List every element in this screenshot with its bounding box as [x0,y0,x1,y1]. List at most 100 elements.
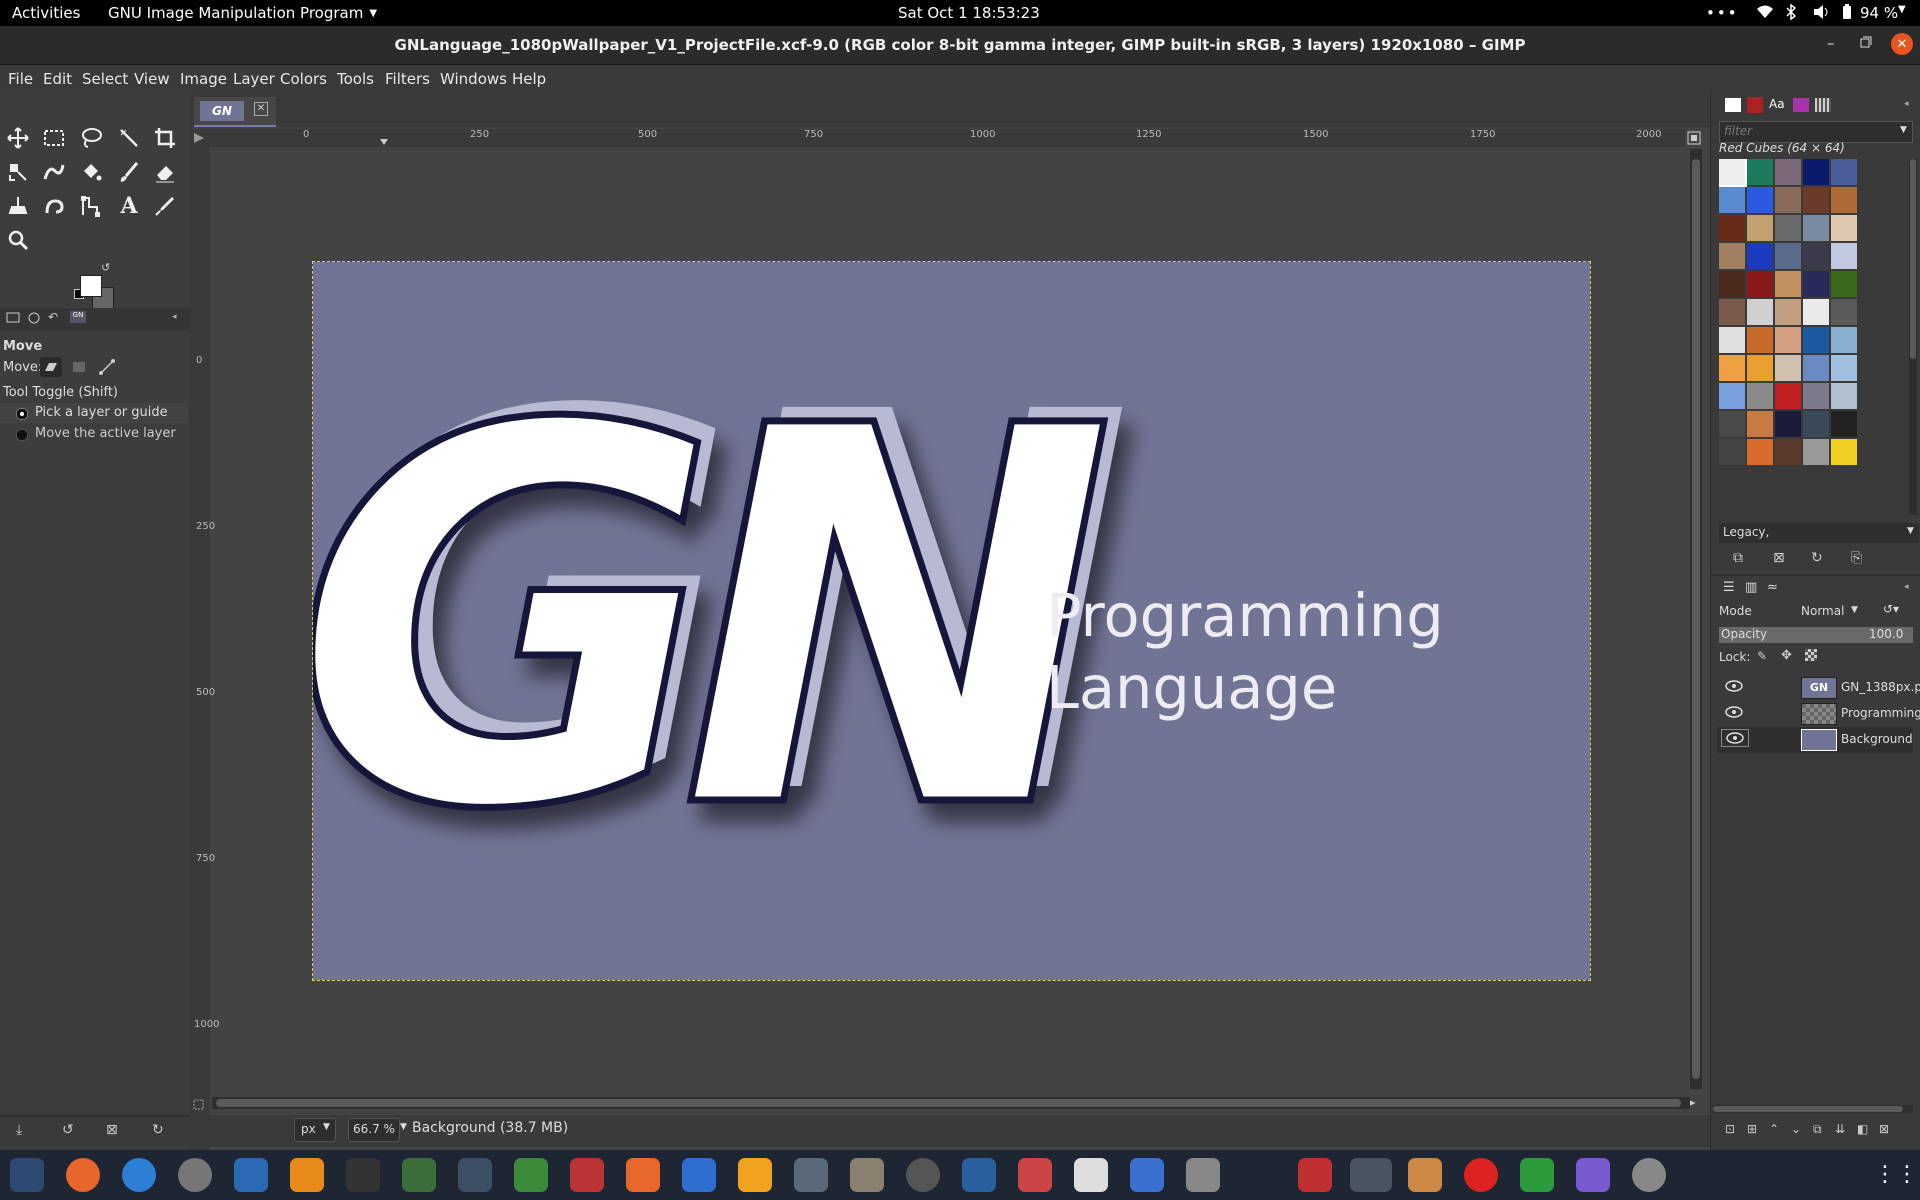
pattern-swatch[interactable] [1747,383,1773,409]
menu-select[interactable]: Select [82,70,128,88]
activities-button[interactable]: Activities [12,4,80,22]
pattern-swatch[interactable] [1719,299,1745,325]
pattern-swatch[interactable] [1831,439,1857,465]
minimize-icon[interactable]: – [1827,34,1835,52]
text-editor-icon[interactable] [682,1158,716,1192]
move-layer-mode-button[interactable] [40,357,62,377]
configure-tab-icon[interactable]: ◂ [172,312,177,322]
pattern-swatch[interactable] [1719,355,1745,381]
pattern-swatch[interactable] [1719,187,1745,213]
swap-colors-icon[interactable]: ↺ [101,261,110,274]
vim-icon[interactable] [402,1158,436,1192]
archive-icon[interactable] [1186,1158,1220,1192]
pattern-swatch[interactable] [1803,215,1829,241]
pattern-filter-input[interactable]: filter ▼ [1719,121,1913,143]
zoom-icon[interactable] [3,225,33,255]
pick-layer-option[interactable]: Pick a layer or guide [0,403,188,423]
pattern-swatch[interactable] [1775,159,1801,185]
pattern-swatch[interactable] [1831,411,1857,437]
zoom-chevron-icon[interactable]: ▼ [400,1122,407,1132]
settings-icon[interactable] [178,1158,212,1192]
menu-filters[interactable]: Filters [385,70,430,88]
refresh-patterns-icon[interactable]: ↻ [1811,550,1823,566]
gimp-icon-active[interactable] [1350,1158,1392,1192]
device-status-tab-icon[interactable] [28,312,40,324]
bluetooth-icon[interactable] [1786,4,1796,20]
color-picker-icon[interactable] [150,191,180,221]
eye-icon[interactable] [1725,706,1743,718]
layer-row-selected[interactable]: Background [1717,727,1913,753]
character-map-icon[interactable] [1074,1158,1108,1192]
pattern-swatch[interactable] [1719,159,1747,187]
vertical-ruler[interactable]: 0 250 500 750 1000 [190,147,219,1151]
menu-help[interactable]: Help [512,70,546,88]
spreadsheet-icon[interactable] [1520,1158,1554,1192]
show-apps-icon[interactable]: ⋮⋮ [1874,1158,1918,1192]
close-tab-icon[interactable]: ✕ [254,102,268,116]
pattern-swatch[interactable] [1747,355,1773,381]
vlc-icon[interactable] [290,1158,324,1192]
close-window-button[interactable]: ✕ [1891,33,1913,55]
app-menu[interactable]: GNU Image Manipulation Program ▼ [108,4,377,22]
camera-icon[interactable] [1576,1158,1610,1192]
layers-scrollbar[interactable] [1713,1105,1913,1113]
layer-row[interactable]: Programming [1717,701,1920,727]
layers-tab-icon[interactable]: ☰ [1723,580,1735,595]
pattern-swatch[interactable] [1803,159,1829,185]
move-path-mode-button[interactable] [96,357,118,377]
vertical-scrollbar[interactable] [1690,149,1702,1089]
lasso-icon[interactable] [76,123,106,153]
menu-edit[interactable]: Edit [43,70,72,88]
fuzzy-select-icon[interactable] [114,123,144,153]
zoom-fit-icon[interactable] [1685,129,1705,147]
remote-desktop-icon[interactable] [458,1158,492,1192]
palettes-tab-icon[interactable] [1815,98,1831,112]
pattern-swatch[interactable] [1719,327,1745,353]
save-options-icon[interactable]: ⤓ [16,1122,22,1138]
channels-tab-icon[interactable]: ▥ [1745,580,1757,595]
horizontal-scroll-thumb[interactable] [216,1099,1681,1107]
move-selection-mode-button[interactable] [68,357,90,377]
pattern-swatch[interactable] [1803,187,1829,213]
pattern-swatch[interactable] [1747,411,1773,437]
menu-colors[interactable]: Colors [280,70,327,88]
menu-windows[interactable]: Windows [440,70,507,88]
patterns-tab-icon[interactable] [1747,97,1763,113]
calculator-icon[interactable] [738,1158,772,1192]
pattern-swatch[interactable] [1831,187,1857,213]
zoom-select[interactable]: 66.7 % [348,1118,400,1142]
pattern-swatch[interactable] [1747,215,1773,241]
menu-view[interactable]: View [134,70,170,88]
pdf-icon[interactable] [1298,1158,1332,1192]
unit-select[interactable]: px ▼ [294,1118,336,1142]
image-tab[interactable]: GN ✕ [194,97,276,127]
eye-icon[interactable] [1725,680,1743,692]
software-center-icon[interactable] [626,1158,660,1192]
pattern-swatch[interactable] [1747,187,1773,213]
rect-select-icon[interactable] [39,123,69,153]
horizontal-scrollbar[interactable] [212,1097,1690,1109]
images-tab-icon[interactable]: GN [70,311,86,323]
pattern-tag-field[interactable]: Legacy, ▼ [1719,523,1919,543]
maximize-icon[interactable] [1860,36,1872,48]
layer-row[interactable]: GN GN_1388px.png [1717,675,1920,701]
paths-icon[interactable] [76,191,106,221]
pattern-swatch[interactable] [1803,271,1829,297]
merge-layer-icon[interactable]: ⇊ [1835,1122,1845,1136]
disks-icon[interactable] [906,1158,940,1192]
pattern-swatch[interactable] [1775,243,1801,269]
brushes-tab-icon[interactable] [1725,98,1741,112]
paths-tab-icon[interactable]: ≈ [1767,580,1778,595]
reset-options-icon[interactable]: ↻ [152,1122,164,1138]
vertical-scroll-thumb[interactable] [1692,159,1700,1079]
open-as-image-icon[interactable]: ⎘ [1851,550,1862,566]
opacity-slider[interactable]: Opacity 100.0 [1719,627,1913,643]
screen-icon[interactable] [1130,1158,1164,1192]
more-icon[interactable]: ••• [1706,4,1739,22]
pattern-swatch[interactable] [1831,299,1857,325]
fonts-tab-icon[interactable]: Aa [1769,97,1785,111]
new-layer-icon[interactable]: ⊡ [1725,1122,1735,1136]
clock[interactable]: Sat Oct 1 18:53:23 [898,4,1040,22]
pattern-swatch[interactable] [1775,439,1801,465]
horizontal-ruler[interactable]: 0 250 500 750 1000 1250 1500 1750 2000 [210,129,1685,147]
